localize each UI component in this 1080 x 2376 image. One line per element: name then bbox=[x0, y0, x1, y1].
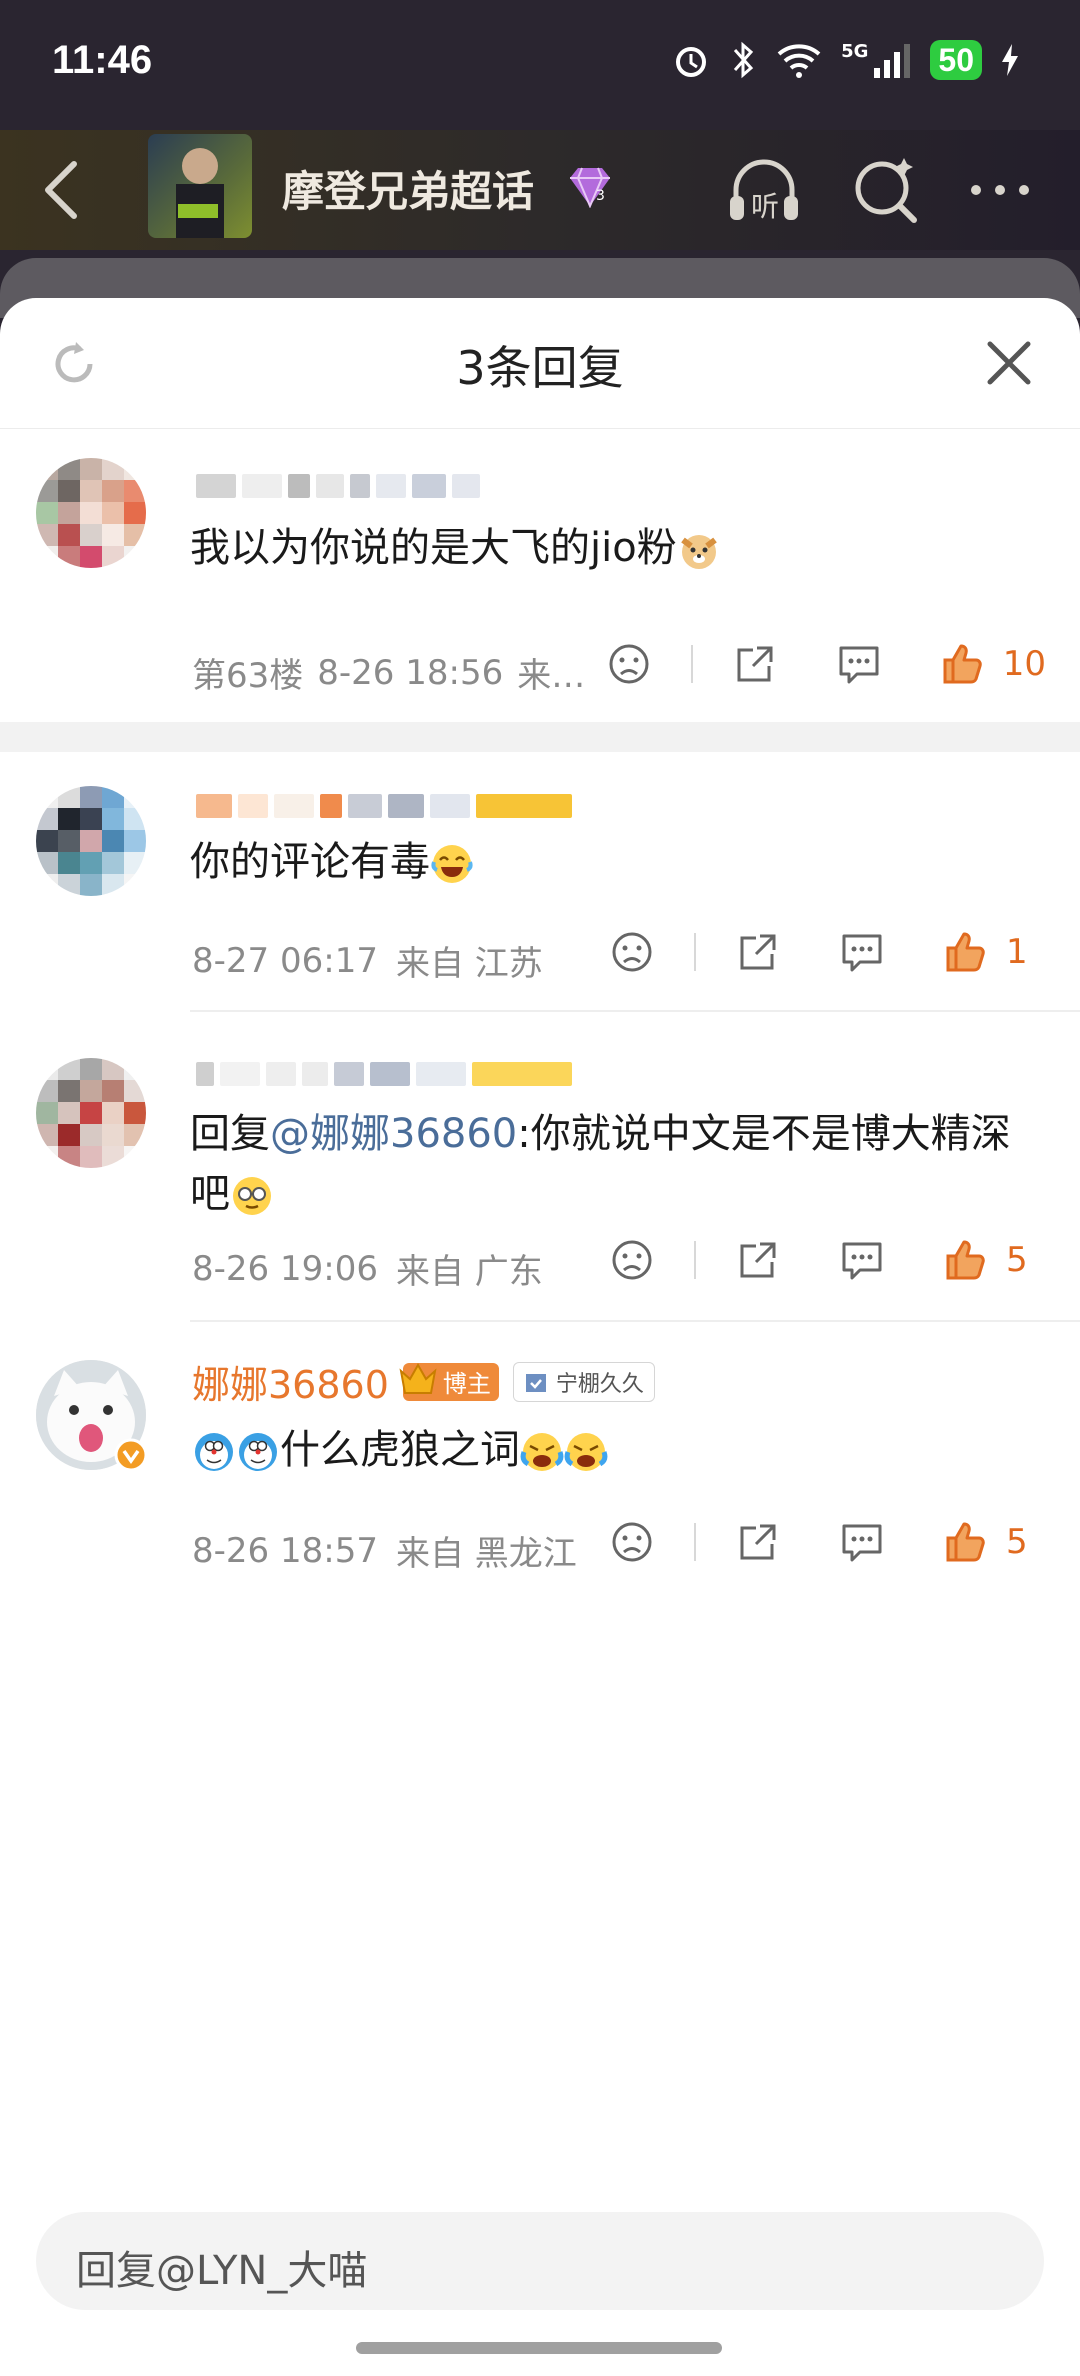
comment-meta: 8-27 06:17 来自 江苏 bbox=[192, 936, 543, 985]
comment-text: 我以为你说的是大飞的jio粉 bbox=[190, 518, 1020, 578]
username-redacted bbox=[196, 468, 480, 504]
battery-level: 50 bbox=[930, 40, 982, 80]
comment-time: 8-26 19:06 bbox=[192, 1248, 378, 1289]
divider bbox=[694, 1523, 696, 1561]
comment-text: 你的评论有毒 bbox=[190, 832, 1020, 892]
alarm-icon bbox=[676, 47, 707, 77]
blogger-badge: 博主 bbox=[399, 1362, 499, 1401]
status-icons: 5G 50 bbox=[671, 40, 1020, 80]
like-icon[interactable] bbox=[942, 1236, 990, 1284]
status-time: 11:46 bbox=[52, 38, 153, 82]
like-count: 5 bbox=[1006, 1240, 1028, 1280]
divider bbox=[694, 1241, 696, 1279]
username-redacted bbox=[196, 1056, 572, 1092]
wifi-icon bbox=[777, 44, 821, 78]
topic-title[interactable]: 摩登兄弟超话 bbox=[282, 158, 534, 219]
reply-input[interactable]: 回复@LYN_大喵 bbox=[36, 2212, 1044, 2310]
search-icon[interactable] bbox=[846, 150, 926, 230]
like-count: 5 bbox=[1006, 1522, 1028, 1562]
level-gem-icon: 3 bbox=[570, 167, 610, 208]
comment-meta: 8-26 19:06 来自 广东 bbox=[192, 1244, 543, 1293]
avatar[interactable] bbox=[36, 458, 146, 568]
status-bar: 11:46 5G 50 bbox=[0, 0, 1080, 130]
dog-emoji-icon bbox=[680, 535, 717, 569]
crying-laugh-emoji-icon bbox=[520, 1433, 564, 1471]
listen-icon[interactable]: 听 bbox=[724, 150, 804, 230]
comment-actions: 5 bbox=[608, 1236, 1046, 1284]
bluetooth-icon bbox=[733, 41, 754, 79]
close-icon[interactable] bbox=[984, 338, 1034, 388]
like-icon[interactable] bbox=[939, 640, 987, 688]
svg-text:听: 听 bbox=[751, 190, 779, 223]
calendar-check-icon bbox=[525, 1373, 546, 1392]
comment-username-row: 娜娜36860 博主 宁棚久久 bbox=[192, 1354, 655, 1409]
comment-text: 回复@娜娜36860:你就说中文是不是博大精深吧 bbox=[190, 1111, 1011, 1217]
glasses-emoji-icon bbox=[233, 1177, 271, 1215]
comment-icon[interactable] bbox=[838, 1236, 886, 1284]
comment-location: 来自 黑龙江 bbox=[395, 1534, 577, 1574]
comment-location: 来自 江苏 bbox=[395, 944, 543, 984]
comment-username[interactable]: 娜娜36860 bbox=[192, 1354, 389, 1409]
comment-actions: 5 bbox=[608, 1518, 1046, 1566]
replies-sheet: 3条回复 我以为你说的是大飞的jio粉 第63楼 8-26 18:56 来… 1… bbox=[0, 298, 1080, 2376]
comment-item: 我以为你说的是大飞的jio粉 第63楼 8-26 18:56 来… 10 bbox=[0, 428, 1080, 768]
crown-icon bbox=[399, 1362, 437, 1394]
comment-location: 来… bbox=[517, 656, 586, 696]
comment-meta: 第63楼 8-26 18:56 来… bbox=[192, 648, 585, 697]
like-icon[interactable] bbox=[942, 928, 990, 976]
comment-meta: 8-26 18:57 来自 黑龙江 bbox=[192, 1526, 577, 1575]
comment-item: 你的评论有毒 8-27 06:17 来自 江苏 1 bbox=[0, 752, 1080, 1012]
reply-placeholder: 回复@LYN_大喵 bbox=[76, 2248, 368, 2294]
laughing-tears-emoji-icon bbox=[431, 845, 473, 883]
avatar[interactable] bbox=[36, 786, 146, 896]
sheet-header: 3条回复 bbox=[0, 298, 1080, 429]
dislike-icon[interactable] bbox=[608, 1236, 656, 1284]
back-arrow-icon[interactable] bbox=[36, 158, 96, 222]
divider bbox=[690, 645, 693, 683]
sheet-title: 3条回复 bbox=[456, 341, 624, 395]
share-icon[interactable] bbox=[734, 928, 782, 976]
signal-icon bbox=[874, 44, 911, 78]
like-count: 1 bbox=[1006, 932, 1028, 972]
share-icon[interactable] bbox=[731, 640, 779, 688]
dislike-icon[interactable] bbox=[608, 1518, 656, 1566]
topic-header: 摩登兄弟超话 3 听 bbox=[0, 130, 1080, 250]
comment-icon[interactable] bbox=[838, 928, 886, 976]
fan-group-badge: 宁棚久久 bbox=[512, 1361, 655, 1402]
divider bbox=[694, 933, 696, 971]
like-icon[interactable] bbox=[942, 1518, 990, 1566]
like-count: 10 bbox=[1002, 644, 1046, 684]
section-divider bbox=[0, 722, 1080, 752]
comment-time: 8-27 06:17 bbox=[192, 940, 378, 981]
floor-number: 第63楼 bbox=[192, 656, 304, 696]
charging-icon bbox=[1002, 44, 1018, 76]
comment-time: 8-26 18:56 bbox=[317, 652, 504, 693]
home-indicator[interactable] bbox=[356, 2342, 722, 2354]
comment-time: 8-26 18:57 bbox=[192, 1530, 378, 1571]
mention-link[interactable]: @娜娜36860 bbox=[270, 1111, 517, 1157]
comment-item: 娜娜36860 博主 宁棚久久 什么虎狼之词 8-26 18:57 来自 黑龙江 bbox=[0, 1322, 1080, 1582]
avatar[interactable] bbox=[36, 1058, 146, 1168]
comment-actions: 10 bbox=[605, 640, 1046, 688]
comment-icon[interactable] bbox=[835, 640, 883, 688]
doraemon-emoji-icon bbox=[239, 1433, 277, 1471]
comment-location: 来自 广东 bbox=[395, 1252, 543, 1292]
comment-icon[interactable] bbox=[838, 1518, 886, 1566]
doraemon-emoji-icon bbox=[195, 1433, 233, 1471]
dislike-icon[interactable] bbox=[608, 928, 656, 976]
comment-actions: 1 bbox=[608, 928, 1046, 976]
share-icon[interactable] bbox=[734, 1518, 782, 1566]
comment-text: 什么虎狼之词 bbox=[192, 1420, 1020, 1480]
crying-laugh-emoji-icon bbox=[564, 1433, 608, 1471]
more-icon[interactable] bbox=[960, 150, 1040, 230]
reply-prefix: 回复 bbox=[190, 1111, 270, 1157]
topic-avatar[interactable] bbox=[148, 134, 252, 238]
svg-text:3: 3 bbox=[596, 188, 605, 204]
share-icon[interactable] bbox=[734, 1236, 782, 1284]
dislike-icon[interactable] bbox=[605, 640, 653, 688]
comment-item: 回复@娜娜36860:你就说中文是不是博大精深吧 8-26 19:06 来自 广… bbox=[0, 1012, 1080, 1312]
username-redacted bbox=[196, 788, 572, 824]
network-type: 5G bbox=[841, 40, 869, 62]
verified-badge-icon bbox=[114, 1438, 148, 1472]
